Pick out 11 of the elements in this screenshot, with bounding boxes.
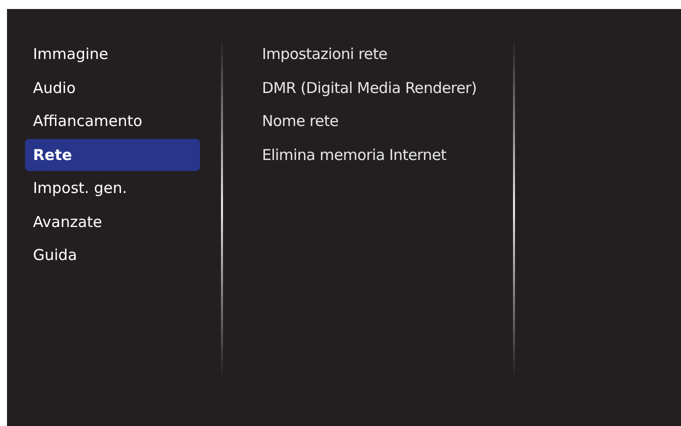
submenu-item[interactable]: Elimina memoria Internet [262, 138, 477, 171]
menu-item[interactable]: Impost. gen. [25, 172, 200, 204]
submenu-item[interactable]: DMR (Digital Media Renderer) [262, 72, 477, 104]
menu-item[interactable]: Immagine [25, 38, 200, 70]
submenu-item[interactable]: Nome rete [262, 105, 477, 138]
menu-item[interactable]: Audio [25, 72, 200, 104]
menu-item[interactable]: Affiancamento [25, 105, 200, 138]
menu-item[interactable]: Guida [25, 239, 200, 272]
menu-item[interactable]: Rete [25, 138, 200, 171]
menu-item[interactable]: Avanzate [25, 206, 200, 238]
submenu-item[interactable]: Impostazioni rete [262, 38, 477, 70]
